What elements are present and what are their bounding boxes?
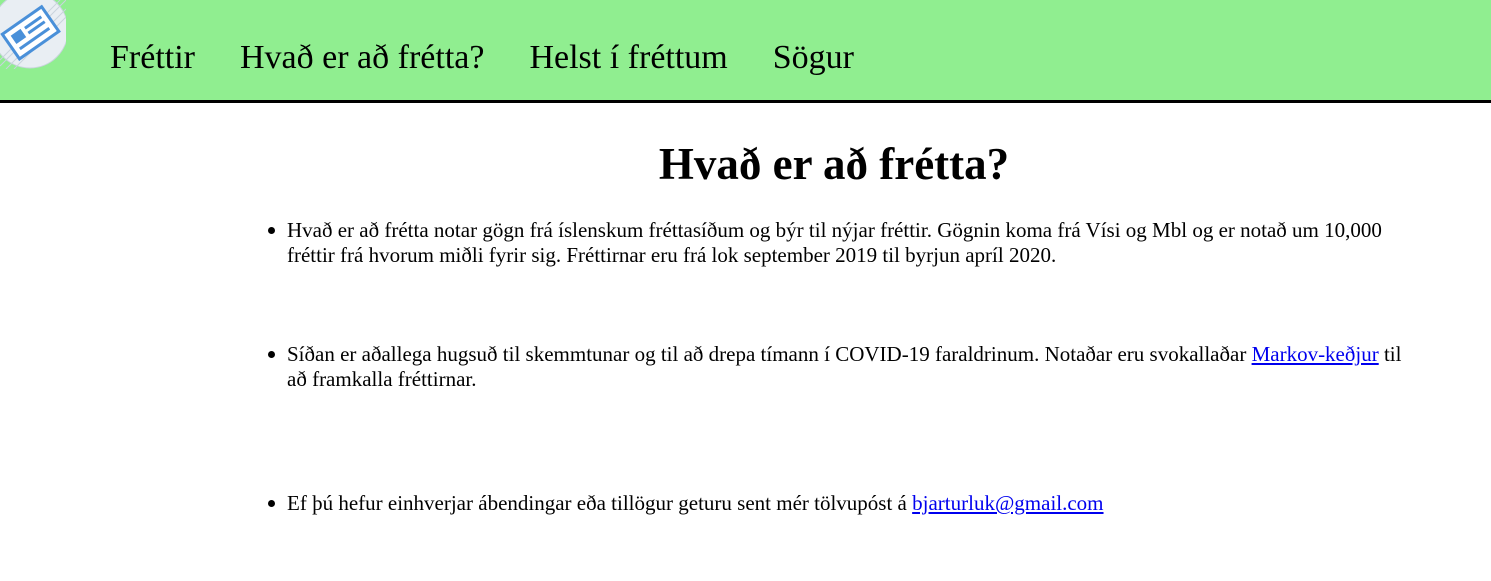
list-item-text: Síðan er aðallega hugsuð til skemmtunar … <box>287 342 1252 366</box>
list-item: Síðan er aðallega hugsuð til skemmtunar … <box>268 342 1422 392</box>
nav-link-helst-i-frettum[interactable]: Helst í fréttum <box>529 36 727 80</box>
top-navbar: Fréttir Hvað er að frétta? Helst í frétt… <box>0 0 1491 103</box>
nav-link-hvad-er-ad-fretta[interactable]: Hvað er að frétta? <box>240 36 484 80</box>
markov-chains-link[interactable]: Markov-keðjur <box>1252 342 1379 366</box>
page-title: Hvað er að frétta? <box>658 139 1010 189</box>
list-item-text: Hvað er að frétta notar gögn frá íslensk… <box>287 218 1382 267</box>
list-item: Ef þú hefur einhverjar ábendingar eða ti… <box>268 491 1104 516</box>
newspaper-icon[interactable] <box>0 0 66 69</box>
list-item: Hvað er að frétta notar gögn frá íslensk… <box>268 218 1422 268</box>
main-nav: Fréttir Hvað er að frétta? Helst í frétt… <box>110 36 899 80</box>
nav-link-frettir[interactable]: Fréttir <box>110 36 195 80</box>
nav-link-sogur[interactable]: Sögur <box>773 36 854 80</box>
list-item-text: Ef þú hefur einhverjar ábendingar eða ti… <box>287 491 913 515</box>
email-link[interactable]: bjarturluk@gmail.com <box>912 491 1103 515</box>
